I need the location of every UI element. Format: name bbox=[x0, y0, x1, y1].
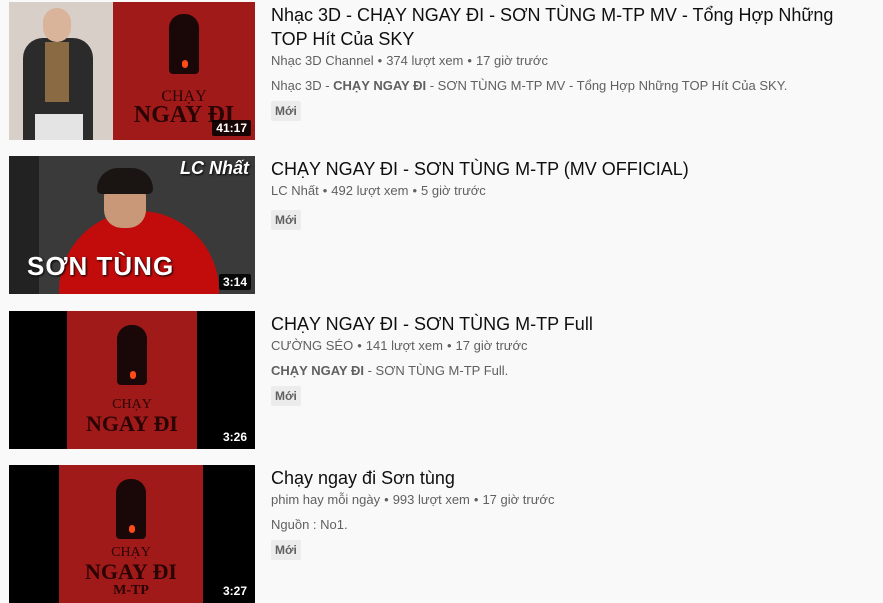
view-count: 374 lượt xem bbox=[386, 53, 464, 68]
video-byline: LC Nhất • 492 lượt xem • 5 giờ trước bbox=[271, 183, 851, 198]
channel-name[interactable]: phim hay mỗi ngày bbox=[271, 492, 380, 507]
video-result[interactable]: CHẠY NGAY ĐI 3:26 CHẠY NGAY ĐI - SƠN TÙN… bbox=[9, 311, 869, 449]
thumbnail-image: SƠN TÙNG LC Nhất bbox=[9, 156, 255, 294]
new-badge: Mới bbox=[271, 101, 301, 121]
thumbnail-poster-image: CHẠY NGAY ĐI bbox=[67, 311, 197, 449]
video-description: CHẠY NGAY ĐI - SƠN TÙNG M-TP Full. bbox=[271, 363, 851, 378]
channel-name[interactable]: CƯỜNG SÉO bbox=[271, 338, 353, 353]
view-count: 993 lượt xem bbox=[392, 492, 470, 507]
upload-age: 17 giờ trước bbox=[455, 338, 528, 353]
byline-separator: • bbox=[446, 338, 452, 353]
video-result[interactable]: SƠN TÙNG LC Nhất 3:14 CHẠY NGAY ĐI - SƠN… bbox=[9, 156, 869, 294]
byline-separator: • bbox=[357, 338, 362, 353]
video-thumbnail[interactable]: CHẠY NGAY ĐI M-TP 3:27 bbox=[9, 465, 255, 603]
video-thumbnail[interactable]: CHẠY NGAY ĐI 41:17 bbox=[9, 2, 255, 140]
byline-separator: • bbox=[322, 183, 328, 198]
byline-separator: • bbox=[412, 183, 418, 198]
channel-logo-overlay: LC Nhất bbox=[180, 158, 249, 178]
upload-age: 17 giờ trước bbox=[482, 492, 555, 507]
video-title[interactable]: CHẠY NGAY ĐI - SƠN TÙNG M-TP (MV OFFICIA… bbox=[271, 157, 851, 181]
thumbnail-poster-image: CHẠY NGAY ĐI M-TP bbox=[59, 465, 203, 603]
description-text: Nhạc 3D - bbox=[271, 78, 334, 93]
video-result[interactable]: CHẠY NGAY ĐI M-TP 3:27 Chạy ngay đi Sơn … bbox=[9, 465, 869, 603]
upload-age: 5 giờ trước bbox=[421, 183, 486, 198]
upload-age: 17 giờ trước bbox=[475, 53, 548, 68]
view-count: 492 lượt xem bbox=[331, 183, 409, 198]
video-thumbnail[interactable]: SƠN TÙNG LC Nhất 3:14 bbox=[9, 156, 255, 294]
poster-text-line3: M-TP bbox=[113, 583, 149, 598]
video-meta: CHẠY NGAY ĐI - SƠN TÙNG M-TP Full CƯỜNG … bbox=[271, 311, 851, 406]
video-result[interactable]: CHẠY NGAY ĐI 41:17 Nhạc 3D - CHẠY NGAY Đ… bbox=[9, 2, 869, 140]
video-description: Nguồn : No1. bbox=[271, 517, 348, 532]
video-title[interactable]: Chạy ngay đi Sơn tùng bbox=[271, 466, 851, 490]
video-title[interactable]: CHẠY NGAY ĐI - SƠN TÙNG M-TP Full bbox=[271, 312, 851, 336]
byline-separator: • bbox=[377, 53, 383, 68]
byline-separator: • bbox=[384, 492, 389, 507]
video-meta: Chạy ngay đi Sơn tùng phim hay mỗi ngày •… bbox=[271, 465, 851, 560]
video-byline: phim hay mỗi ngày • 993 lượt xem • 17 giờ tr… bbox=[271, 492, 851, 507]
channel-name[interactable]: Nhạc 3D Channel bbox=[271, 53, 374, 68]
new-badge: Mới bbox=[271, 540, 301, 560]
description-text: - SƠN TÙNG M-TP Full. bbox=[363, 363, 509, 378]
thumbnail-person-image bbox=[9, 2, 113, 140]
video-description: Nhạc 3D - CHẠY NGAY ĐI - SƠN TÙNG M-TP M… bbox=[271, 78, 851, 93]
video-duration-badge: 3:26 bbox=[218, 429, 251, 445]
search-results-list: CHẠY NGAY ĐI 41:17 Nhạc 3D - CHẠY NGAY Đ… bbox=[0, 0, 883, 603]
channel-name[interactable]: LC Nhất bbox=[271, 183, 319, 198]
description-highlight: CHẠY NGAY ĐI bbox=[271, 363, 364, 378]
description-highlight: CHẠY NGAY ĐI bbox=[333, 78, 427, 93]
video-duration-badge: 3:14 bbox=[218, 274, 251, 290]
description-text: - SƠN TÙNG M-TP MV - Tổng Hợp Những TOP … bbox=[426, 78, 788, 93]
byline-separator: • bbox=[473, 492, 479, 507]
new-badge: Mới bbox=[271, 386, 301, 406]
video-duration-badge: 3:27 bbox=[218, 583, 251, 599]
video-byline: Nhạc 3D Channel • 374 lượt xem • 17 giờ trướ… bbox=[271, 53, 851, 68]
poster-text-line2: NGAY ĐI bbox=[86, 411, 178, 436]
thumbnail-overlay-text: SƠN TÙNG bbox=[27, 251, 175, 281]
video-meta: CHẠY NGAY ĐI - SƠN TÙNG M-TP (MV OFFICIA… bbox=[271, 156, 851, 230]
video-duration-badge: 41:17 bbox=[212, 120, 251, 136]
video-title[interactable]: Nhạc 3D - CHẠY NGAY ĐI - SƠN TÙNG M-TP M… bbox=[271, 3, 851, 51]
video-meta: Nhạc 3D - CHẠY NGAY ĐI - SƠN TÙNG M-TP M… bbox=[271, 2, 851, 121]
view-count: 141 lượt xem bbox=[365, 338, 443, 353]
new-badge: Mới bbox=[271, 210, 301, 230]
video-byline: CƯỜNG SÉO • 141 lượt xem • 17 giờ trước bbox=[271, 338, 851, 353]
video-thumbnail[interactable]: CHẠY NGAY ĐI 3:26 bbox=[9, 311, 255, 449]
poster-text-line2: NGAY ĐI bbox=[85, 559, 177, 584]
byline-separator: • bbox=[467, 53, 472, 68]
